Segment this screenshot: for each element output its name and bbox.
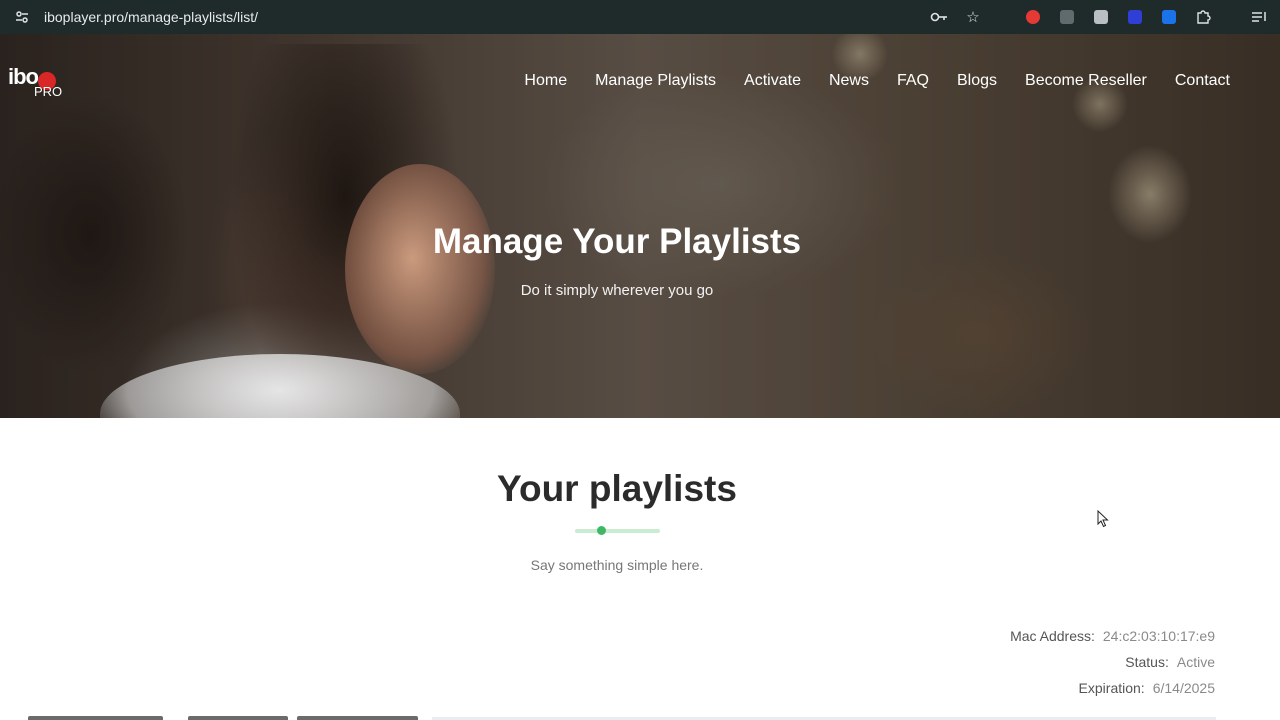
extension-copy-icon[interactable] [1056,6,1078,28]
nav-news[interactable]: News [829,72,869,90]
extension-red-icon[interactable] [1022,6,1044,28]
divider-dot-icon [597,526,606,535]
bookmark-star-icon[interactable]: ☆ [962,6,984,28]
section-divider [575,529,660,533]
nav-become-reseller[interactable]: Become Reseller [1025,72,1147,90]
expiration-label: Expiration: [1078,680,1145,696]
site-logo[interactable]: ibo PRO [8,62,64,102]
browser-toolbar: iboplayer.pro/manage-playlists/list/ ☆ [0,0,1280,34]
device-info: Mac Address: 24:c2:03:10:17:e9 Status: A… [915,628,1215,706]
mac-address-row: Mac Address: 24:c2:03:10:17:e9 [915,628,1215,654]
extension-blue-icon[interactable] [1124,6,1146,28]
extension-k-icon[interactable] [1090,6,1112,28]
playlist-tab-1[interactable] [28,716,163,720]
extension-download-icon[interactable] [1158,6,1180,28]
nav-home[interactable]: Home [524,72,567,90]
hero-subtitle: Do it simply wherever you go [520,282,714,299]
expiration-value: 6/14/2025 [1152,680,1215,696]
nav-contact[interactable]: Contact [1175,72,1230,90]
nav-manage-playlists[interactable]: Manage Playlists [595,72,716,90]
hero-banner: ibo PRO Home Manage Playlists Activate N… [0,34,1280,418]
status-label: Status: [1125,654,1169,670]
hero-title: Manage Your Playlists [432,222,802,261]
nav-activate[interactable]: Activate [744,72,801,90]
mouse-cursor-icon [1097,510,1109,528]
nav-faq[interactable]: FAQ [897,72,929,90]
playlist-tab-2[interactable] [188,716,288,720]
expiration-row: Expiration: 6/14/2025 [915,680,1215,706]
section-subtitle: Say something simple here. [530,557,704,573]
hero-photo-face [345,164,495,374]
password-key-icon[interactable] [928,6,950,28]
main-nav: Home Manage Playlists Activate News FAQ … [524,72,1230,90]
nav-blogs[interactable]: Blogs [957,72,997,90]
section-title: Your playlists [497,468,737,509]
mac-address-label: Mac Address: [1010,628,1095,644]
logo-text-bottom: PRO [34,84,63,99]
mac-address-value: 24:c2:03:10:17:e9 [1102,628,1215,644]
extensions-puzzle-icon[interactable] [1192,6,1214,28]
address-bar[interactable]: iboplayer.pro/manage-playlists/list/ [44,9,258,25]
site-info-icon[interactable] [14,9,30,25]
reading-list-icon[interactable] [1248,6,1270,28]
status-row: Status: Active [915,654,1215,680]
playlist-tab-3[interactable] [297,716,418,720]
status-value: Active [1176,654,1215,670]
